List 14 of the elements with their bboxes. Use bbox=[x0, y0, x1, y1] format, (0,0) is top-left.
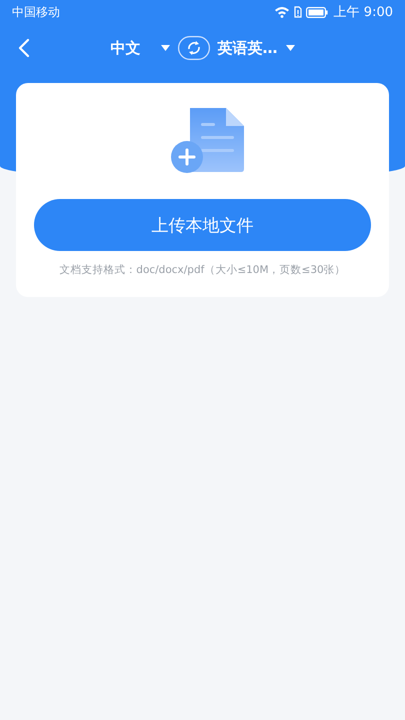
back-icon[interactable] bbox=[18, 38, 30, 58]
target-language-selector[interactable]: 英语英… bbox=[218, 38, 294, 58]
upload-button[interactable]: 上传本地文件 bbox=[34, 199, 371, 251]
battery-icon bbox=[306, 6, 328, 18]
sim-icon bbox=[294, 6, 302, 18]
carrier-name: 中国移动 bbox=[12, 4, 60, 20]
source-language-selector[interactable]: 中文 bbox=[110, 38, 170, 58]
caret-icon bbox=[286, 45, 294, 51]
swap-icon[interactable] bbox=[178, 36, 210, 60]
format-hint: 文档支持格式：doc/docx/pdf（大小≤10M，页数≤30张） bbox=[59, 263, 346, 277]
add-document-icon bbox=[170, 105, 246, 175]
caret-icon bbox=[160, 45, 170, 51]
clock-time: 上午 9:00 bbox=[334, 4, 393, 21]
wifi-icon bbox=[274, 6, 290, 18]
